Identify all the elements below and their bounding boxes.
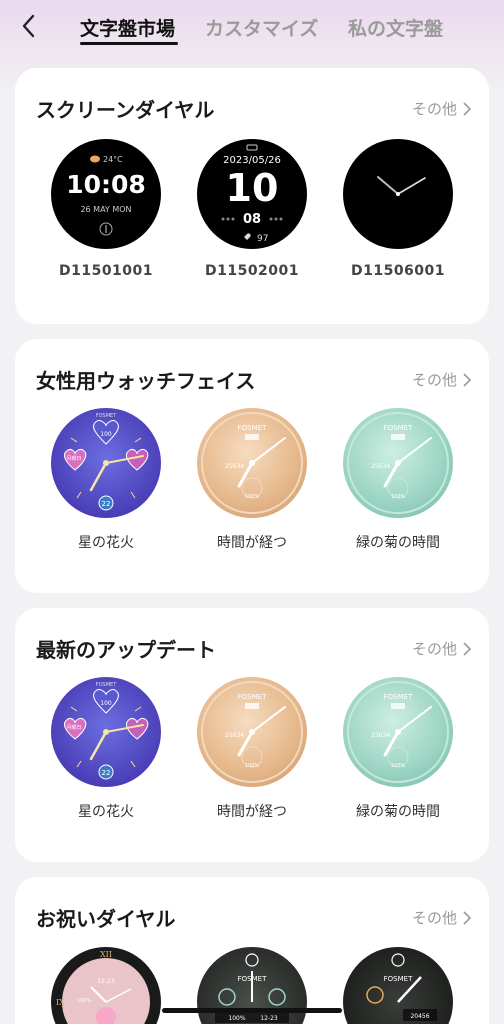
steps-text: 25634 [225, 732, 244, 739]
percent-text: 100% [391, 763, 406, 769]
top-bar: 文字盤市場 カスタマイズ 私の文字盤 [0, 0, 504, 60]
watchface-label: 時間が経つ [217, 804, 287, 820]
watchface-label: D11501001 [58, 263, 154, 279]
weather-text: 24°C [103, 155, 123, 164]
back-button[interactable] [14, 12, 42, 40]
watchface-label: 緑の菊の時間 [356, 535, 440, 551]
gold-face-graphic: FOSMET 25634 100% [201, 412, 303, 514]
watchface-firework[interactable]: FOSMET 100 月曜日 22 [51, 408, 161, 518]
chevron-right-icon [463, 372, 471, 387]
watchface-time-passes[interactable]: FOSMET 25634 100% [197, 408, 307, 518]
tab-my-watchfaces[interactable]: 私の文字盤 [348, 14, 443, 41]
more-link[interactable]: その他 [412, 907, 471, 928]
date-text: 2023/05/26 [223, 155, 281, 166]
watchface-label: 緑の菊の時間 [356, 804, 440, 820]
watchface-green-chrysanthemum[interactable]: FOSMET 25634 100% [343, 677, 453, 787]
value-text: 22 [102, 769, 111, 777]
tab-customize[interactable]: カスタマイズ [205, 14, 318, 41]
more-label: その他 [411, 909, 457, 927]
numeral-top-text: XII [100, 950, 112, 959]
percent-text: 100% [77, 998, 92, 1004]
brand-text: FOSMET [384, 424, 413, 432]
day-text: 月曜日 [66, 725, 81, 731]
steps-text: 25634 [225, 463, 244, 470]
watchface-firework[interactable]: FOSMET 100 月曜日 22 [51, 677, 161, 787]
steps-text: 100 [100, 431, 112, 438]
minute-text: 08 [243, 212, 261, 227]
watchface-label: 星の花火 [78, 535, 134, 551]
brand-text: FOSMET [238, 693, 267, 701]
percent-text: 100% [245, 763, 260, 769]
digital-face-graphic: 2023/05/26 10 08 97 [221, 144, 283, 244]
percent-text: 100% [228, 1015, 245, 1022]
section-title: 最新のアップデート [36, 638, 216, 662]
watchface-label: 時間が経つ [217, 535, 287, 551]
watchface-d11502001[interactable]: 2023/05/26 10 08 97 [197, 139, 307, 249]
percent-text: 100% [391, 494, 406, 500]
watchface-green-chrysanthemum[interactable]: FOSMET 25634 100% [343, 408, 453, 518]
gold-face-graphic: FOSMET 25634 100% [201, 681, 303, 783]
firework-face-graphic: FOSMET 100 月曜日 22 [64, 682, 149, 780]
date-text: 12-23 [260, 1015, 278, 1022]
day-text: 月曜日 [66, 456, 81, 462]
chevron-right-icon [463, 910, 471, 925]
date-text: 12-23 [97, 978, 115, 985]
analog-face-graphic [377, 176, 426, 196]
section-latest-updates: 最新のアップデート その他 FOSMET 100 月曜日 22 星の花火 FOS… [15, 608, 489, 862]
more-label: その他 [411, 371, 457, 389]
value-text: 22 [102, 500, 111, 508]
tab-watchface-market[interactable]: 文字盤市場 [80, 14, 175, 41]
steps-text: 100 [100, 700, 112, 707]
time-text: 10:08 [66, 170, 146, 199]
more-link[interactable]: その他 [412, 98, 471, 119]
date-text: 26 MAY MON [80, 205, 131, 214]
section-title: お祝いダイヤル [36, 907, 176, 931]
section-title: 女性用ウォッチフェイス [36, 369, 256, 393]
section-screen-dial: スクリーンダイヤル その他 24°C 10:08 26 MAY MON D115… [15, 68, 489, 324]
hour-text: 10 [226, 166, 279, 210]
watchface-d11506001[interactable] [343, 139, 453, 249]
more-label: その他 [411, 640, 457, 658]
numeral-left-text: IX [56, 998, 65, 1007]
steps-text: 25634 [371, 463, 390, 470]
brand-text: FOSMET [96, 413, 117, 419]
firework-face-graphic: FOSMET 100 月曜日 22 [64, 413, 149, 511]
watchface-label: 星の花火 [78, 804, 134, 820]
green-face-graphic: FOSMET 25634 100% [347, 412, 449, 514]
percent-text: 100% [245, 494, 260, 500]
brand-text: FOSMET [96, 682, 117, 688]
section-title: スクリーンダイヤル [36, 98, 215, 122]
watchface-time-passes[interactable]: FOSMET 25634 100% [197, 677, 307, 787]
digital-face-graphic: 24°C 10:08 26 MAY MON [66, 155, 146, 236]
more-label: その他 [411, 100, 457, 118]
home-indicator [162, 1008, 342, 1013]
chevron-right-icon [463, 101, 471, 116]
watchface-label: D11506001 [350, 263, 446, 279]
chevron-right-icon [463, 641, 471, 656]
heart-rate-text: 97 [257, 234, 268, 244]
watchface-label: D11502001 [204, 263, 300, 279]
active-tab-indicator [80, 42, 178, 45]
brand-text: FOSMET [384, 693, 413, 701]
sport-face-graphic: FOSMET 20456 [366, 953, 437, 1021]
section-celebration-dial: お祝いダイヤル その他 XII IX 12-23 100% FOSMET 100… [15, 877, 489, 1024]
watchface-celebration-pink[interactable]: XII IX 12-23 100% [51, 947, 161, 1024]
pink-roman-face-graphic: XII IX 12-23 100% [56, 950, 150, 1024]
watchface-d11501001[interactable]: 24°C 10:08 26 MAY MON [51, 139, 161, 249]
brand-text: FOSMET [384, 975, 413, 983]
brand-text: FOSMET [238, 424, 267, 432]
watchface-celebration-dark-2[interactable]: FOSMET 20456 [343, 947, 453, 1024]
chevron-left-icon [22, 14, 35, 38]
more-link[interactable]: その他 [412, 638, 471, 659]
section-womens-watchfaces: 女性用ウォッチフェイス その他 FOSMET 100 月曜日 22 星の花火 F… [15, 339, 489, 593]
green-face-graphic: FOSMET 25634 100% [347, 681, 449, 783]
steps-text: 20456 [410, 1013, 429, 1020]
more-link[interactable]: その他 [412, 369, 471, 390]
steps-text: 25634 [371, 732, 390, 739]
